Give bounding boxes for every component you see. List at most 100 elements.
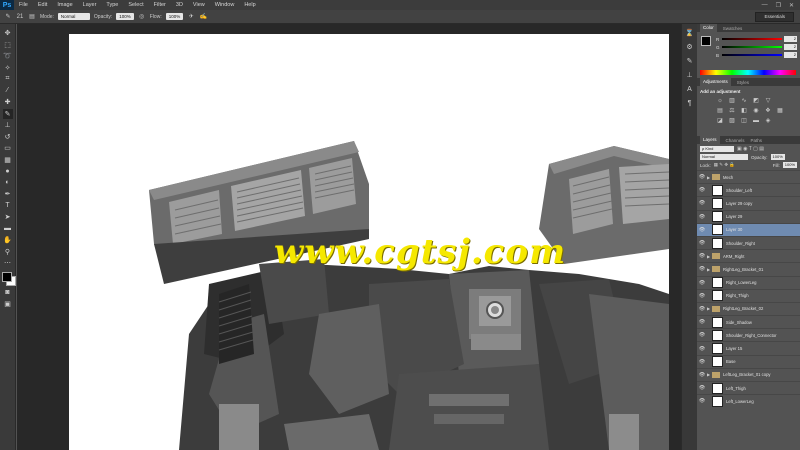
layer-thumbnail[interactable] [712, 277, 723, 289]
layer-row[interactable]: 👁 Right_Thigh [697, 288, 800, 302]
move-icon[interactable]: ✥ [3, 28, 13, 38]
shape-icon[interactable]: ▬ [3, 224, 13, 234]
layer-name[interactable]: Shoulder_Right [726, 241, 755, 246]
visibility-eye-icon[interactable]: 👁 [697, 280, 707, 286]
layer-opacity-input[interactable]: 100% [770, 154, 785, 160]
layer-name[interactable]: Shoulder_Right_Connector [726, 333, 777, 338]
layer-name[interactable]: Base [726, 359, 736, 364]
layer-thumbnail[interactable] [712, 290, 723, 302]
fill-input[interactable]: 100% [782, 162, 797, 168]
slider-g-value[interactable]: 2 [784, 44, 797, 50]
visibility-eye-icon[interactable]: 👁 [697, 372, 707, 378]
workspace-switcher[interactable]: Essentials [755, 11, 794, 22]
path-select-icon[interactable]: ➤ [3, 212, 13, 222]
visibility-eye-icon[interactable]: 👁 [697, 187, 707, 193]
posterize-icon[interactable]: ▨ [728, 117, 736, 124]
paragraph-icon[interactable]: ¶ [685, 98, 695, 108]
layer-row[interactable]: 👁 Right_LowerLeg [697, 275, 800, 289]
maximize-icon[interactable]: ❐ [776, 2, 781, 9]
visibility-eye-icon[interactable]: 👁 [697, 266, 707, 272]
hand-icon[interactable]: ✋ [3, 235, 13, 245]
layer-thumbnail[interactable] [712, 211, 723, 223]
layer-name[interactable]: Right_LowerLeg [726, 280, 757, 285]
crop-icon[interactable]: ⌗ [3, 74, 13, 84]
visibility-eye-icon[interactable]: 👁 [697, 253, 707, 259]
stamp-icon[interactable]: ⊥ [3, 120, 13, 130]
pen-icon[interactable]: ✒ [3, 189, 13, 199]
visibility-eye-icon[interactable]: 👁 [697, 240, 707, 246]
color-lookup-icon[interactable]: ▦ [776, 107, 784, 114]
eraser-icon[interactable]: ▭ [3, 143, 13, 153]
layer-row[interactable]: 👁 Layer 29 copy [697, 196, 800, 209]
brush-panel-toggle-icon[interactable]: ▤ [28, 13, 36, 21]
layer-name[interactable]: Left_Thigh [726, 386, 746, 391]
visibility-eye-icon[interactable]: 👁 [697, 332, 707, 338]
layer-thumbnail[interactable] [712, 197, 723, 209]
menu-view[interactable]: View [188, 2, 210, 8]
color-slider-b[interactable]: B 2 [716, 51, 797, 59]
brush-size-picker[interactable]: 21 [16, 13, 24, 21]
hue-saturation-icon[interactable]: ▤ [716, 107, 724, 114]
menu-filter[interactable]: Filter [149, 2, 171, 8]
exposure-icon[interactable]: ◩ [752, 97, 760, 104]
color-foreground-swatch[interactable] [701, 36, 711, 46]
visibility-eye-icon[interactable]: 👁 [697, 227, 707, 233]
clone-source-icon[interactable]: ⊥ [685, 70, 695, 80]
layer-name[interactable]: LeftLeg_Bracket_01 copy [723, 372, 771, 377]
layer-row[interactable]: 👁 Shoulder_Right_Connector [697, 328, 800, 341]
levels-icon[interactable]: ▥ [728, 97, 736, 104]
brush-tool-preset-icon[interactable]: ✎ [4, 13, 12, 21]
layer-thumbnail[interactable] [712, 356, 723, 368]
history-icon[interactable]: ⌛ [685, 28, 695, 38]
canvas-area[interactable]: www.cgtsj.com [17, 24, 681, 450]
brush-icon[interactable]: ✎ [2, 108, 13, 119]
threshold-icon[interactable]: ◫ [740, 117, 748, 124]
layer-thumbnail[interactable] [712, 382, 723, 394]
brightness-icon[interactable]: ☼ [716, 97, 724, 104]
channel-mixer-icon[interactable]: ❖ [764, 107, 772, 114]
history-brush-icon[interactable]: ↺ [3, 132, 13, 142]
layer-row[interactable]: 👁 Layer 29 [697, 209, 800, 223]
layer-thumbnail[interactable] [712, 395, 723, 407]
visibility-eye-icon[interactable]: 👁 [697, 214, 707, 220]
layer-name[interactable]: Side_Shadow [726, 320, 752, 325]
visibility-eye-icon[interactable]: 👁 [697, 398, 707, 404]
close-icon[interactable]: ✕ [789, 2, 794, 9]
menu-image[interactable]: Image [52, 2, 77, 8]
tab-paths[interactable]: Paths [751, 138, 763, 143]
menu-type[interactable]: Type [101, 2, 123, 8]
dodge-icon[interactable]: ◐ [3, 178, 13, 188]
color-slider-g[interactable]: G 2 [716, 43, 797, 51]
curves-icon[interactable]: ∿ [740, 97, 748, 104]
layer-thumbnail[interactable] [712, 237, 723, 249]
layer-filter-select[interactable]: ρ Kind [700, 146, 734, 152]
visibility-eye-icon[interactable]: 👁 [697, 385, 707, 391]
healing-icon[interactable]: ✚ [3, 97, 13, 107]
brush-presets-icon[interactable]: ✎ [685, 56, 695, 66]
mode-select[interactable]: Normal [57, 13, 90, 20]
tab-channels[interactable]: Channels [726, 138, 745, 143]
tab-adjustments[interactable]: Adjustments [700, 78, 731, 86]
visibility-eye-icon[interactable]: 👁 [697, 293, 707, 299]
visibility-eye-icon[interactable]: 👁 [697, 306, 707, 312]
menu-select[interactable]: Select [123, 2, 148, 8]
tab-styles[interactable]: Styles [737, 80, 749, 85]
gradient-map-icon[interactable]: ▬ [752, 117, 760, 124]
pressure-size-icon[interactable]: ✍ [199, 13, 207, 21]
color-swatches[interactable] [1, 271, 16, 286]
screen-mode-icon[interactable]: ▣ [3, 299, 13, 309]
layer-row[interactable]: 👁 Shoulder_Left [697, 183, 800, 196]
blur-icon[interactable]: ● [3, 166, 13, 176]
visibility-eye-icon[interactable]: 👁 [697, 200, 707, 206]
slider-r-value[interactable]: 2 [784, 36, 797, 42]
layer-thumbnail[interactable] [712, 224, 723, 236]
foreground-color-swatch[interactable] [1, 271, 12, 282]
layer-thumbnail[interactable] [712, 316, 723, 328]
menu-layer[interactable]: Layer [78, 2, 102, 8]
layer-name[interactable]: ARM_Right [723, 254, 744, 259]
opacity-input[interactable]: 100% [116, 13, 134, 20]
quick-mask-icon[interactable]: ◙ [3, 288, 13, 298]
layer-group-row[interactable]: 👁 ▶ ARM_Right [697, 249, 800, 262]
photo-filter-icon[interactable]: ◉ [752, 107, 760, 114]
layer-row[interactable]: 👁 Base [697, 354, 800, 368]
